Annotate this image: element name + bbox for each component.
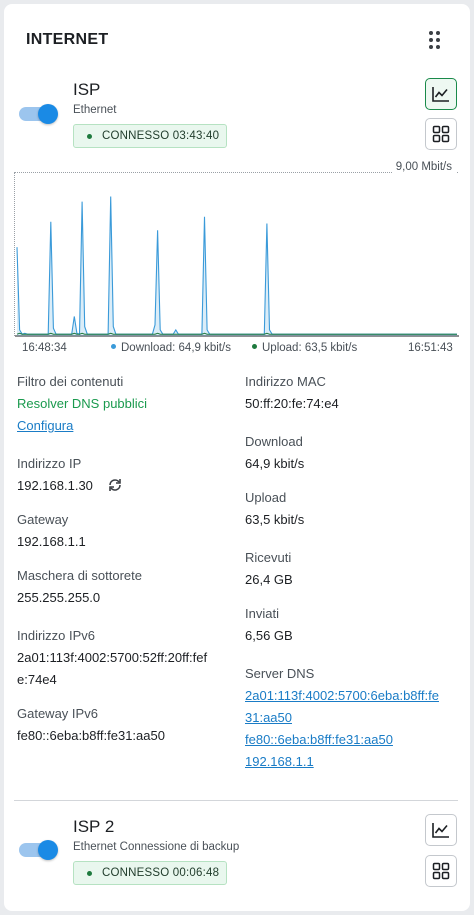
download-legend-dot xyxy=(111,344,116,350)
grid-icon xyxy=(432,125,450,143)
isp-separator xyxy=(14,800,458,801)
ip-value: 192.168.1.30 xyxy=(17,478,93,493)
traffic-chart-plot xyxy=(15,196,459,337)
isp1-type: Ethernet xyxy=(73,104,117,116)
chart-y-max-label: 9,00 Mbit/s xyxy=(391,161,456,173)
ipv6-label: Indirizzo IPv6 xyxy=(17,628,96,643)
dns-server-3[interactable]: 192.168.1.1 xyxy=(245,754,314,769)
sent-value: 6,56 GB xyxy=(245,628,293,643)
ipv6-value-line1: 2a01:113f:4002:5700:52ff:20ff:fef xyxy=(17,650,208,665)
isp2-type: Ethernet Connessione di backup xyxy=(73,841,240,853)
isp1-name: ISP xyxy=(73,80,101,99)
toggle-knob xyxy=(38,840,58,860)
dns-server-2[interactable]: fe80::6eba:b8ff:fe31:aa50 xyxy=(245,732,393,747)
chart-legend-download: Download: 64,9 kbit/s xyxy=(111,342,231,354)
isp2-toggle[interactable] xyxy=(19,840,58,860)
series-upload-line xyxy=(16,332,457,335)
gateway-value: 192.168.1.1 xyxy=(17,534,86,549)
download-legend-label: Download: 64,9 kbit/s xyxy=(121,342,231,354)
status-dot xyxy=(87,134,92,139)
download-label: Download xyxy=(245,434,303,449)
chart-legend-upload: Upload: 63,5 kbit/s xyxy=(252,342,357,354)
isp2-name: ISP 2 xyxy=(73,817,115,836)
upload-value: 63,5 kbit/s xyxy=(245,512,305,527)
isp2-status-text: CONNESSO 00:06:48 xyxy=(102,867,220,879)
filter-value: Resolver DNS pubblici xyxy=(17,396,148,411)
isp1-status-text: CONNESSO 03:43:40 xyxy=(102,130,220,142)
ipv6-value-line2: e:74e4 xyxy=(17,672,57,687)
sent-label: Inviati xyxy=(245,606,279,621)
status-dot xyxy=(87,871,92,876)
toggle-knob xyxy=(38,104,58,124)
upload-label: Upload xyxy=(245,490,287,505)
dns-server-1-line2[interactable]: 31:aa50 xyxy=(245,710,292,725)
isp1-chart-button[interactable] xyxy=(425,78,457,110)
gateway-ipv6-value: fe80::6eba:b8ff:fe31:aa50 xyxy=(17,728,165,743)
upload-legend-label: Upload: 63,5 kbit/s xyxy=(262,342,358,354)
configure-link[interactable]: Configura xyxy=(17,418,73,433)
widget-title: INTERNET xyxy=(26,31,109,48)
refresh-icon[interactable] xyxy=(107,477,123,498)
isp1-status-badge: CONNESSO 03:43:40 xyxy=(73,124,227,148)
traffic-chart xyxy=(14,172,459,337)
isp1-details-button[interactable] xyxy=(425,118,457,150)
chart-x-end-label: 16:51:43 xyxy=(408,342,453,354)
upload-legend-dot xyxy=(252,344,257,350)
grid-icon xyxy=(432,862,450,880)
filter-label: Filtro dei contenuti xyxy=(17,374,124,389)
line-chart-icon xyxy=(432,87,449,102)
chart-x-start-label: 16:48:34 xyxy=(22,342,67,354)
gateway-label: Gateway xyxy=(17,512,69,527)
mask-label: Maschera di sottorete xyxy=(17,568,143,583)
download-value: 64,9 kbit/s xyxy=(245,456,305,471)
dns-label: Server DNS xyxy=(245,666,315,681)
line-chart-icon xyxy=(432,823,449,838)
gateway-ipv6-label: Gateway IPv6 xyxy=(17,706,98,721)
drag-handle-icon[interactable] xyxy=(428,30,442,50)
isp2-chart-button[interactable] xyxy=(425,814,457,846)
isp2-status-badge: CONNESSO 00:06:48 xyxy=(73,861,227,885)
isp2-details-button[interactable] xyxy=(425,855,457,887)
mac-value: 50:ff:20:fe:74:e4 xyxy=(245,396,339,411)
received-label: Ricevuti xyxy=(245,550,292,565)
mask-value: 255.255.255.0 xyxy=(17,590,101,605)
dns-server-1-line1[interactable]: 2a01:113f:4002:5700:6eba:b8ff:fe xyxy=(245,688,439,703)
mac-label: Indirizzo MAC xyxy=(245,374,326,389)
received-value: 26,4 GB xyxy=(245,572,293,587)
isp1-toggle[interactable] xyxy=(19,104,58,124)
ip-label: Indirizzo IP xyxy=(17,456,82,471)
